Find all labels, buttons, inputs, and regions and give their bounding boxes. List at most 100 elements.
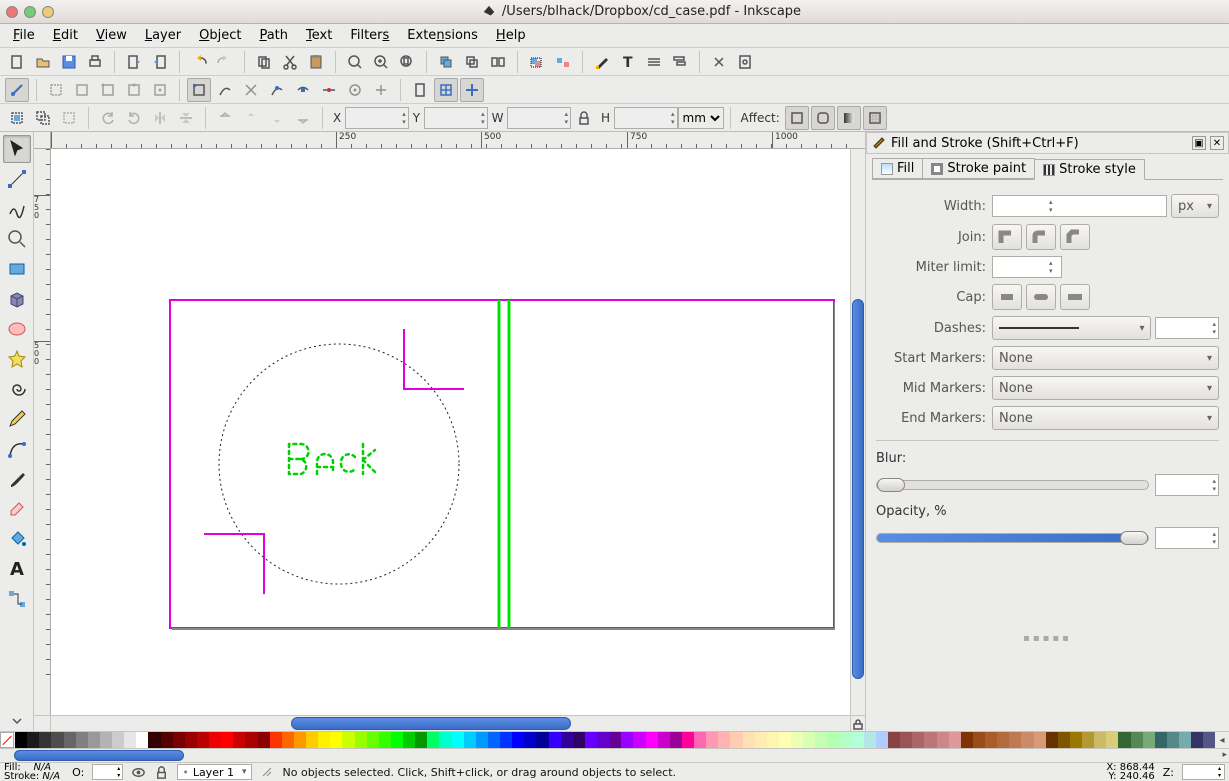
redo-button[interactable] — [213, 50, 237, 74]
palette-swatch[interactable] — [282, 732, 294, 748]
stroke-width-units[interactable]: px — [1171, 194, 1219, 218]
palette-swatch[interactable] — [949, 732, 961, 748]
snap-centers-button[interactable] — [343, 78, 367, 102]
palette-swatch[interactable] — [1034, 732, 1046, 748]
transform-gradient-button[interactable] — [837, 106, 861, 130]
menu-filters[interactable]: Filters — [341, 26, 398, 45]
selector-tool-icon[interactable] — [3, 135, 31, 163]
snap-grid-button[interactable] — [434, 78, 458, 102]
resize-grip-icon[interactable] — [260, 765, 275, 780]
palette-swatch[interactable] — [391, 732, 403, 748]
snap-bbox-center-button[interactable] — [148, 78, 172, 102]
palette-swatch[interactable] — [148, 732, 160, 748]
join-round-button[interactable] — [1026, 224, 1056, 250]
palette-swatch[interactable] — [245, 732, 257, 748]
transform-stroke-button[interactable] — [785, 106, 809, 130]
export-button[interactable] — [148, 50, 172, 74]
flip-v-button[interactable] — [174, 106, 198, 130]
palette-swatch[interactable] — [1021, 732, 1033, 748]
palette-swatch[interactable] — [876, 732, 888, 748]
palette-swatch[interactable] — [15, 732, 27, 748]
snap-guides-button[interactable] — [460, 78, 484, 102]
palette-swatch[interactable] — [997, 732, 1009, 748]
palette-swatch[interactable] — [1094, 732, 1106, 748]
palette-swatch[interactable] — [609, 732, 621, 748]
palette-swatch[interactable] — [585, 732, 597, 748]
blur-spin[interactable]: 0.0▴▾ — [1155, 474, 1219, 496]
snap-rotation-center-button[interactable] — [369, 78, 393, 102]
menu-edit[interactable]: Edit — [44, 26, 87, 45]
snap-nodes-button[interactable] — [187, 78, 211, 102]
palette-swatch[interactable] — [439, 732, 451, 748]
snap-bbox-edge-button[interactable] — [70, 78, 94, 102]
palette-swatch[interactable] — [342, 732, 354, 748]
palette-swatch[interactable] — [1009, 732, 1021, 748]
palette-swatch[interactable] — [1046, 732, 1058, 748]
group-button[interactable] — [525, 50, 549, 74]
palette-swatch[interactable] — [500, 732, 512, 748]
dock-grip-icon[interactable]: ▪▪▪▪▪ — [876, 633, 1219, 644]
opacity-slider[interactable] — [876, 533, 1149, 543]
palette-swatch[interactable] — [706, 732, 718, 748]
window-maximize-icon[interactable] — [42, 6, 54, 18]
h-spin[interactable]: 141.989▴▾ — [614, 107, 678, 129]
mid-markers-select[interactable]: None — [992, 376, 1219, 400]
lower-bottom-button[interactable] — [291, 106, 315, 130]
palette-swatch[interactable] — [682, 732, 694, 748]
pencil-tool-icon[interactable] — [3, 405, 31, 433]
palette-swatch[interactable] — [900, 732, 912, 748]
cut-button[interactable] — [278, 50, 302, 74]
fill-stroke-dialog-button[interactable] — [590, 50, 614, 74]
stroke-width-spin[interactable]: 1.000▴▾ — [992, 195, 1167, 217]
dock-minimize-icon[interactable]: ▣ — [1192, 136, 1206, 150]
ruler-horizontal[interactable]: 2505007501000 — [51, 132, 865, 149]
palette-swatch[interactable] — [791, 732, 803, 748]
palette-swatch[interactable] — [779, 732, 791, 748]
snap-cusps-button[interactable] — [265, 78, 289, 102]
palette-swatch[interactable] — [1143, 732, 1155, 748]
palette-swatch[interactable] — [973, 732, 985, 748]
palette-swatch[interactable] — [924, 732, 936, 748]
ruler-vertical[interactable]: 750500 — [34, 149, 51, 715]
eraser-tool-icon[interactable] — [3, 495, 31, 523]
select-all-layers-button[interactable] — [31, 106, 55, 130]
xml-editor-button[interactable] — [642, 50, 666, 74]
palette-swatch[interactable] — [561, 732, 573, 748]
vertical-scrollbar[interactable] — [850, 149, 865, 715]
palette-swatch[interactable] — [294, 732, 306, 748]
lock-layer-icon[interactable] — [154, 765, 169, 780]
snap-paths-button[interactable] — [213, 78, 237, 102]
palette-swatch[interactable] — [1155, 732, 1167, 748]
visibility-icon[interactable] — [131, 765, 146, 780]
palette-swatch[interactable] — [1131, 732, 1143, 748]
palette-swatch[interactable] — [233, 732, 245, 748]
palette-swatch[interactable] — [1118, 732, 1130, 748]
unlink-clone-button[interactable] — [486, 50, 510, 74]
y-spin[interactable]: 8.807▴▾ — [424, 107, 488, 129]
palette-swatch[interactable] — [536, 732, 548, 748]
duplicate-button[interactable] — [434, 50, 458, 74]
palette-swatch[interactable] — [937, 732, 949, 748]
dash-pattern-select[interactable] — [992, 316, 1151, 340]
select-all-button[interactable] — [5, 106, 29, 130]
palette-swatch[interactable] — [161, 732, 173, 748]
tab-stroke-paint[interactable]: Stroke paint — [922, 158, 1035, 179]
opacity-spin[interactable]: 100.0▴▾ — [1155, 527, 1219, 549]
palette-swatch[interactable] — [803, 732, 815, 748]
flip-h-button[interactable] — [148, 106, 172, 130]
palette-swatch[interactable] — [633, 732, 645, 748]
open-button[interactable] — [31, 50, 55, 74]
preferences-button[interactable] — [707, 50, 731, 74]
save-button[interactable] — [57, 50, 81, 74]
ungroup-button[interactable] — [551, 50, 575, 74]
text-tool-icon[interactable]: A — [3, 555, 31, 583]
palette-swatch[interactable] — [1070, 732, 1082, 748]
window-close-icon[interactable] — [6, 6, 18, 18]
palette-swatch[interactable] — [888, 732, 900, 748]
lower-button[interactable] — [265, 106, 289, 130]
palette-swatch[interactable] — [573, 732, 585, 748]
palette-swatch[interactable] — [512, 732, 524, 748]
palette-swatch[interactable] — [597, 732, 609, 748]
menu-file[interactable]: File — [4, 26, 44, 45]
miter-limit-spin[interactable]: 4.00▴▾ — [992, 256, 1062, 278]
